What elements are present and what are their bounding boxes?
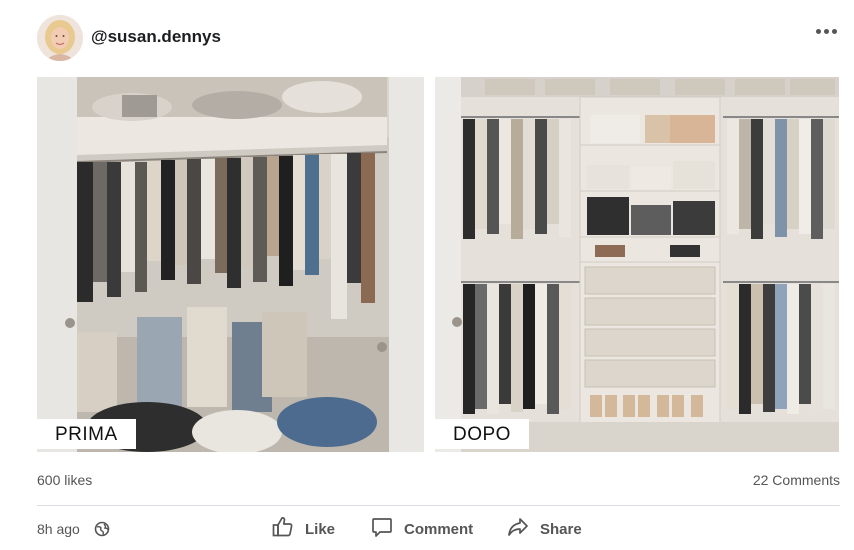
- after-image[interactable]: DOPO: [435, 77, 839, 452]
- post-time: 8h ago: [37, 521, 80, 537]
- like-label: Like: [305, 520, 336, 538]
- thumbs-up-icon: [271, 515, 295, 543]
- author-username[interactable]: @susan.dennys: [91, 27, 221, 47]
- likes-count[interactable]: 600 likes: [37, 472, 92, 488]
- comment-icon: [370, 515, 394, 543]
- share-label: Share: [540, 520, 582, 538]
- after-label: DOPO: [435, 419, 529, 449]
- avatar[interactable]: [37, 15, 83, 61]
- more-options-icon[interactable]: [816, 21, 840, 41]
- share-button[interactable]: Share: [506, 514, 582, 544]
- comment-button[interactable]: Comment: [370, 514, 473, 544]
- comment-label: Comment: [404, 520, 474, 538]
- post-footer: 8h ago Like Comment Share: [37, 514, 840, 544]
- post-header: @susan.dennys: [37, 15, 840, 61]
- share-icon: [506, 515, 530, 543]
- divider: [37, 505, 840, 506]
- before-image[interactable]: PRIMA: [37, 77, 424, 452]
- before-label: PRIMA: [37, 419, 136, 449]
- comments-count[interactable]: 22 Comments: [753, 472, 840, 488]
- globe-icon: [94, 521, 110, 542]
- like-button[interactable]: Like: [271, 514, 335, 544]
